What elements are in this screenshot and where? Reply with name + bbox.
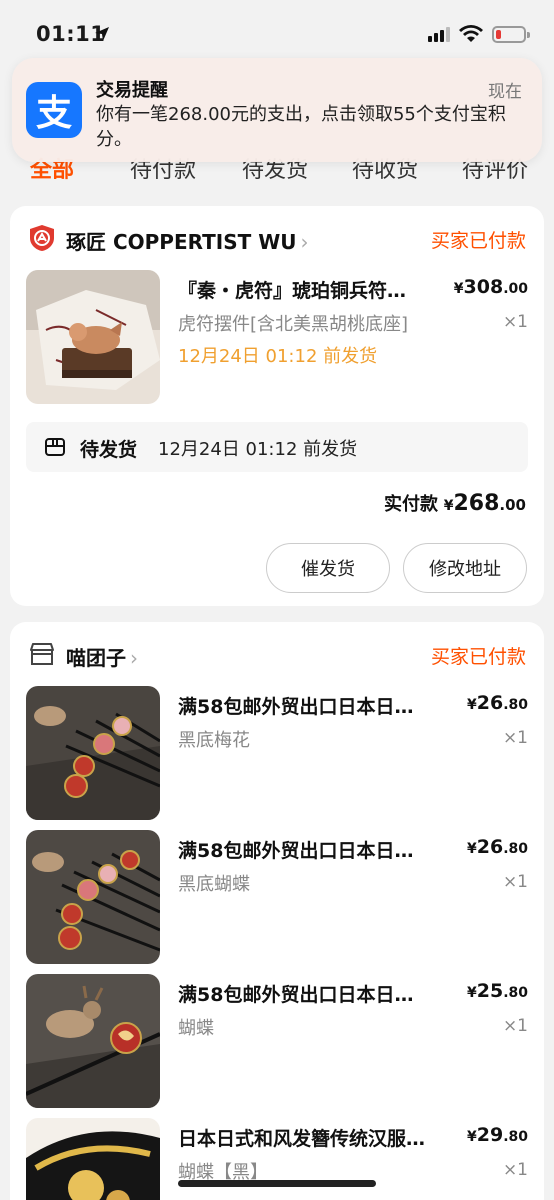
ship-deadline: 12月24日 01:12 前发货 (178, 346, 378, 367)
notification-body: 你有一笔268.00元的支出，点击领取55个支付宝积分。 (96, 104, 506, 150)
wifi-icon (459, 25, 483, 42)
shipping-status-label: 待发货 (80, 439, 138, 461)
product-title[interactable]: 满58包邮外贸出口日本日… (178, 980, 438, 1007)
product-price: ¥26.80 (467, 692, 528, 714)
store-icon (30, 643, 54, 665)
product-qty: ×1 (502, 312, 528, 332)
order-item[interactable]: 满58包邮外贸出口日本日… ¥26.80 黑底梅花 ×1 (26, 686, 528, 820)
chevron-right-icon: › (130, 646, 138, 670)
alipay-notification-banner[interactable]: 支 交易提醒 现在 你有一笔268.00元的支出，点击领取55个支付宝积分。 (12, 58, 542, 162)
order-item[interactable]: 『秦・虎符』琥珀铜兵符… ¥308.00 虎符摆件[含北美黑胡桃底座] ×1 1… (26, 270, 528, 404)
battery-icon (492, 26, 530, 43)
paid-label: 实付款 (384, 494, 438, 515)
product-sku: 蝴蝶 (178, 1018, 214, 1039)
product-thumbnail[interactable] (26, 270, 160, 404)
product-sku: 黑底梅花 (178, 730, 250, 751)
product-price: ¥25.80 (467, 980, 528, 1002)
shipping-status-bar[interactable]: 待发货 12月24日 01:12 前发货 (26, 422, 528, 472)
urge-shipping-button[interactable]: 催发货 (266, 543, 390, 593)
product-title[interactable]: 『秦・虎符』琥珀铜兵符… (178, 276, 438, 303)
product-title[interactable]: 满58包邮外贸出口日本日… (178, 692, 438, 719)
shop-name[interactable]: 喵团子 › (66, 642, 138, 671)
order-item[interactable]: 满58包邮外贸出口日本日… ¥26.80 黑底蝴蝶 ×1 (26, 830, 528, 964)
currency-symbol: ¥ (466, 1129, 477, 1145)
order-item[interactable]: 日本日式和风发簪传统汉服… ¥29.80 蝴蝶【黑】 ×1 (26, 1118, 528, 1200)
price-int: 308 (463, 276, 504, 298)
cellular-signal-icon (428, 27, 450, 42)
shop-name-text: 喵团子 (66, 646, 126, 670)
price-dec: .00 (503, 281, 528, 297)
order-status: 买家已付款 (430, 646, 526, 668)
change-address-button[interactable]: 修改地址 (403, 543, 527, 593)
price-dec: .80 (503, 697, 528, 713)
chevron-right-icon: › (300, 230, 309, 254)
order-status: 买家已付款 (430, 230, 526, 252)
package-icon (45, 438, 65, 456)
paid-int: 268 (453, 491, 500, 516)
shop-name-text: 琢匠 COPPERTIST WU (66, 230, 297, 254)
currency-symbol: ¥ (466, 697, 477, 713)
product-thumbnail[interactable] (26, 974, 160, 1108)
product-qty: ×1 (502, 1160, 528, 1180)
product-title[interactable]: 日本日式和风发簪传统汉服… (178, 1124, 438, 1151)
product-qty: ×1 (502, 728, 528, 748)
currency-symbol: ¥ (453, 281, 464, 297)
notification-time: 现在 (488, 82, 522, 102)
price-int: 26 (476, 836, 504, 858)
price-dec: .80 (503, 841, 528, 857)
product-sku: 虎符摆件[含北美黑胡桃底座] (178, 314, 409, 335)
product-thumbnail[interactable] (26, 686, 160, 820)
status-bar: 01:11 (0, 0, 554, 64)
order-card[interactable]: 喵团子› 买家已付款 满58包邮外贸出口日本日… ¥26.80 黑底梅花 ×1 (10, 622, 544, 1200)
price-dec: .80 (503, 985, 528, 1001)
notification-title: 交易提醒 (96, 80, 168, 101)
shop-name[interactable]: 琢匠 COPPERTIST WU › (66, 226, 309, 255)
currency-symbol: ¥ (466, 841, 477, 857)
price-int: 29 (476, 1124, 504, 1146)
shop-header[interactable]: 琢匠 COPPERTIST WU › 买家已付款 (28, 224, 526, 254)
product-thumbnail[interactable] (26, 830, 160, 964)
product-thumbnail[interactable] (26, 1118, 160, 1200)
paid-amount: 实付款 ¥268.00 (384, 490, 526, 516)
enterprise-shield-icon (30, 225, 54, 251)
price-int: 26 (476, 692, 504, 714)
product-price: ¥308.00 (454, 276, 528, 298)
order-item[interactable]: 满58包邮外贸出口日本日… ¥25.80 蝴蝶 ×1 (26, 974, 528, 1108)
product-qty: ×1 (502, 1016, 528, 1036)
product-price: ¥26.80 (467, 836, 528, 858)
paid-dec: .00 (499, 496, 526, 514)
product-price: ¥29.80 (467, 1124, 528, 1146)
order-card[interactable]: 琢匠 COPPERTIST WU › 买家已付款 『秦・虎符』琥珀铜兵符… ¥30… (10, 206, 544, 606)
location-arrow-icon (95, 27, 109, 41)
price-dec: .80 (503, 1129, 528, 1145)
home-indicator[interactable] (178, 1180, 376, 1187)
shipping-status-time: 12月24日 01:12 前发货 (158, 439, 358, 460)
product-qty: ×1 (502, 872, 528, 892)
price-int: 25 (476, 980, 504, 1002)
shop-header[interactable]: 喵团子 › 买家已付款 (28, 640, 526, 670)
product-title[interactable]: 满58包邮外贸出口日本日… (178, 836, 438, 863)
alipay-app-icon: 支 (26, 82, 82, 138)
product-sku: 黑底蝴蝶 (178, 874, 250, 895)
currency-symbol: ¥ (466, 985, 477, 1001)
